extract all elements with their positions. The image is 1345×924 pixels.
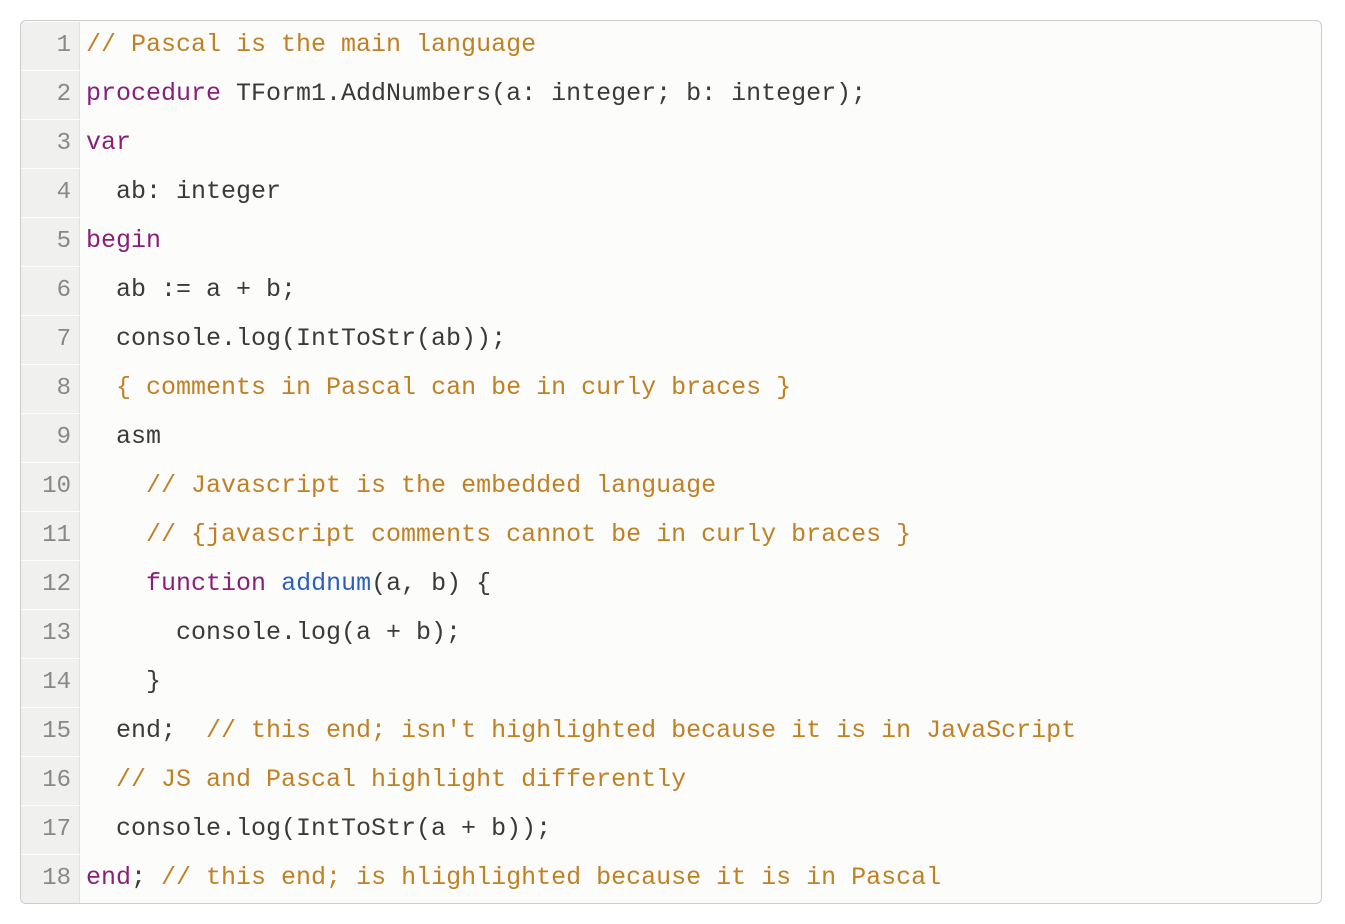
line-number: 17 <box>21 806 80 854</box>
token-default <box>266 569 281 598</box>
code-line: 6 ab := a + b; <box>21 266 1321 315</box>
code-content: // {javascript comments cannot be in cur… <box>80 511 911 559</box>
code-line: 10 // Javascript is the embedded languag… <box>21 462 1321 511</box>
token-comment: { comments in Pascal can be in curly bra… <box>116 373 791 402</box>
line-number: 9 <box>21 414 80 462</box>
code-line: 13 console.log(a + b); <box>21 609 1321 658</box>
token-default: TForm1.AddNumbers(a: integer; b: integer… <box>221 79 866 108</box>
code-block: 1// Pascal is the main language2procedur… <box>20 20 1322 904</box>
code-content: end; // this end; isn't highlighted beca… <box>80 707 1076 755</box>
code-content: asm <box>80 413 161 461</box>
token-default: (a, b) { <box>371 569 491 598</box>
code-line: 18end; // this end; is hlighlighted beca… <box>21 854 1321 903</box>
token-keyword: var <box>86 128 131 157</box>
token-default: console.log(IntToStr(ab)); <box>86 324 506 353</box>
code-content: // Javascript is the embedded language <box>80 462 716 510</box>
token-comment: // this end; isn't highlighted because i… <box>206 716 1076 745</box>
code-content: } <box>80 658 161 706</box>
token-default: end; <box>86 716 206 745</box>
line-number: 13 <box>21 610 80 658</box>
token-default: console.log(a + b); <box>86 618 461 647</box>
code-line: 7 console.log(IntToStr(ab)); <box>21 315 1321 364</box>
line-number: 8 <box>21 365 80 413</box>
code-content: ab := a + b; <box>80 266 296 314</box>
token-comment: // Pascal is the main language <box>86 30 536 59</box>
code-content: ab: integer <box>80 168 281 216</box>
code-content: function addnum(a, b) { <box>80 560 491 608</box>
code-line: 5begin <box>21 217 1321 266</box>
token-default <box>86 471 146 500</box>
token-default: asm <box>86 422 161 451</box>
code-line: 9 asm <box>21 413 1321 462</box>
line-number: 7 <box>21 316 80 364</box>
token-comment: // {javascript comments cannot be in cur… <box>146 520 911 549</box>
line-number: 10 <box>21 463 80 511</box>
code-content: end; // this end; is hlighlighted becaus… <box>80 854 941 902</box>
code-line: 14 } <box>21 658 1321 707</box>
line-number: 15 <box>21 708 80 756</box>
token-default: ab: integer <box>86 177 281 206</box>
line-number: 3 <box>21 120 80 168</box>
code-content: var <box>80 119 131 167</box>
token-default <box>86 373 116 402</box>
token-default: ; <box>131 863 161 892</box>
code-content: procedure TForm1.AddNumbers(a: integer; … <box>80 70 866 118</box>
line-number: 18 <box>21 855 80 903</box>
line-number: 11 <box>21 512 80 560</box>
line-number: 4 <box>21 169 80 217</box>
token-default <box>86 520 146 549</box>
token-keyword: function <box>146 569 266 598</box>
code-line: 1// Pascal is the main language <box>21 21 1321 70</box>
line-number: 14 <box>21 659 80 707</box>
line-number: 6 <box>21 267 80 315</box>
code-line: 15 end; // this end; isn't highlighted b… <box>21 707 1321 756</box>
token-default: console.log(IntToStr(a + b)); <box>86 814 551 843</box>
token-comment: // Javascript is the embedded language <box>146 471 716 500</box>
code-content: console.log(IntToStr(ab)); <box>80 315 506 363</box>
line-number: 12 <box>21 561 80 609</box>
code-line: 4 ab: integer <box>21 168 1321 217</box>
code-line: 2procedure TForm1.AddNumbers(a: integer;… <box>21 70 1321 119</box>
token-default: } <box>86 667 161 696</box>
code-line: 8 { comments in Pascal can be in curly b… <box>21 364 1321 413</box>
line-number: 16 <box>21 757 80 805</box>
line-number: 2 <box>21 71 80 119</box>
token-default: ab := a + b; <box>86 275 296 304</box>
code-line: 11 // {javascript comments cannot be in … <box>21 511 1321 560</box>
token-default <box>86 569 146 598</box>
code-line: 12 function addnum(a, b) { <box>21 560 1321 609</box>
code-content: // JS and Pascal highlight differently <box>80 756 686 804</box>
token-keyword: procedure <box>86 79 221 108</box>
token-func: addnum <box>281 569 371 598</box>
code-line: 16 // JS and Pascal highlight differentl… <box>21 756 1321 805</box>
line-number: 5 <box>21 218 80 266</box>
line-number: 1 <box>21 22 80 70</box>
token-keyword: begin <box>86 226 161 255</box>
code-line: 3var <box>21 119 1321 168</box>
token-comment: // JS and Pascal highlight differently <box>116 765 686 794</box>
code-line: 17 console.log(IntToStr(a + b)); <box>21 805 1321 854</box>
code-content: console.log(a + b); <box>80 609 461 657</box>
code-content: begin <box>80 217 161 265</box>
token-keyword: end <box>86 863 131 892</box>
code-content: // Pascal is the main language <box>80 21 536 69</box>
token-default <box>86 765 116 794</box>
code-content: { comments in Pascal can be in curly bra… <box>80 364 791 412</box>
token-comment: // this end; is hlighlighted because it … <box>161 863 941 892</box>
code-content: console.log(IntToStr(a + b)); <box>80 805 551 853</box>
